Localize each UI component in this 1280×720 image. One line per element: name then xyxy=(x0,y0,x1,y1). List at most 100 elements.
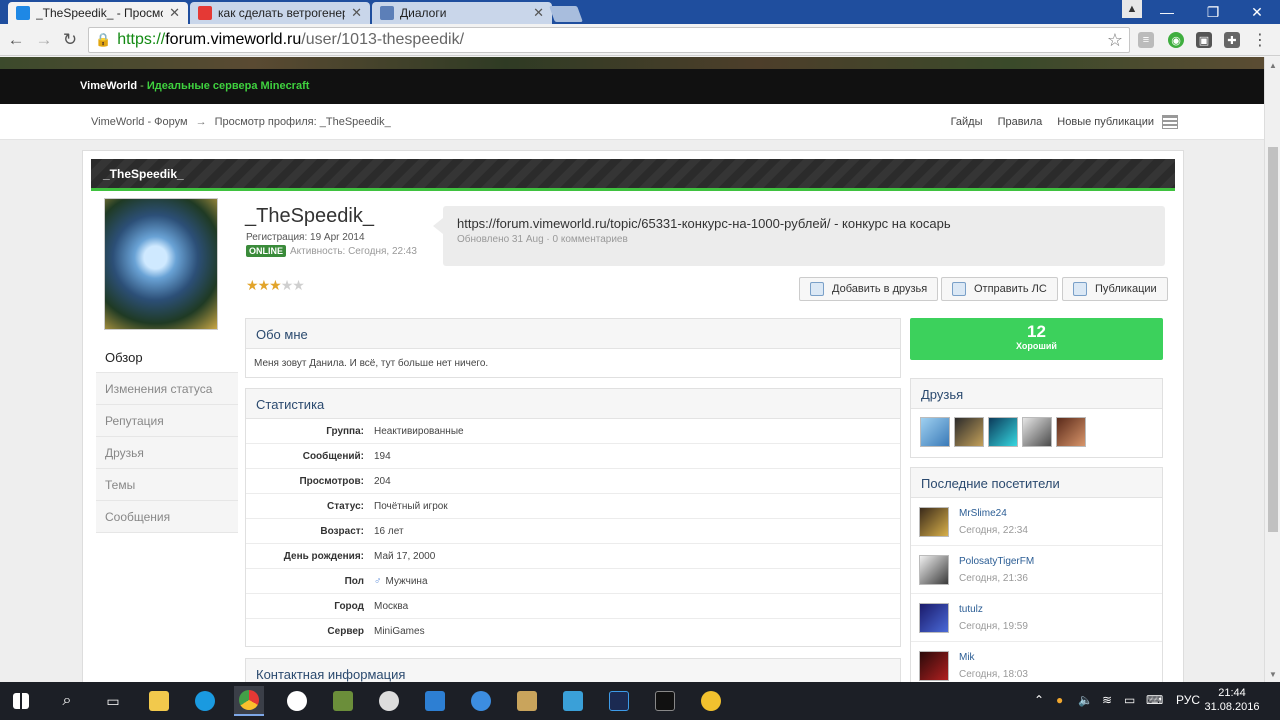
posts-button[interactable]: Публикации xyxy=(1062,277,1168,301)
scroll-down-icon[interactable]: ▼ xyxy=(1265,666,1280,682)
friend-avatar[interactable] xyxy=(1022,417,1052,447)
address-bar[interactable]: 🔒 https:// forum.vimeworld.ru /user/1013… xyxy=(88,27,1130,53)
contact-panel: Контактная информация xyxy=(245,658,901,682)
app-blue-icon[interactable] xyxy=(466,686,496,716)
avatar[interactable] xyxy=(104,198,218,330)
taskbar-clock[interactable]: 21:44 31.08.2016 xyxy=(1204,686,1260,714)
reload-button[interactable]: ↻ xyxy=(60,30,80,50)
task-view-icon[interactable]: ▭ xyxy=(98,686,128,716)
vimeworld-launcher-icon[interactable] xyxy=(420,686,450,716)
site-brand[interactable]: VimeWorld - Идеальные сервера Minecraft xyxy=(80,80,309,92)
close-icon[interactable]: ✕ xyxy=(533,5,544,21)
forward-button[interactable]: → xyxy=(34,30,54,50)
friend-avatar[interactable] xyxy=(954,417,984,447)
send-pm-button[interactable]: Отправить ЛС xyxy=(941,277,1058,301)
stat-value: Май 17, 2000 xyxy=(374,550,436,562)
notifications-icon[interactable]: ▭ xyxy=(1124,693,1135,707)
back-button[interactable]: ← xyxy=(6,30,26,50)
reader-icon[interactable]: ≡ xyxy=(1138,32,1154,48)
tray-app-icon[interactable]: ● xyxy=(1056,693,1063,707)
minimize-button[interactable]: — xyxy=(1144,0,1190,24)
star-icon: ★ xyxy=(246,277,259,293)
network-app-icon[interactable] xyxy=(558,686,588,716)
breadcrumb-home[interactable]: VimeWorld - Форум xyxy=(91,116,188,128)
clock-time: 21:44 xyxy=(1218,687,1246,699)
send-pm-label: Отправить ЛС xyxy=(974,283,1047,295)
scroll-up-icon[interactable]: ▲ xyxy=(1265,57,1280,73)
menu-dots-icon[interactable]: ⋮ xyxy=(1252,32,1268,49)
game-icon[interactable] xyxy=(374,686,404,716)
chrome-icon[interactable] xyxy=(234,686,264,716)
tab-title: _TheSpeedik_ - Просмотр xyxy=(36,6,163,20)
scroll-thumb[interactable] xyxy=(1268,147,1278,532)
visitor-name[interactable]: tutulz xyxy=(959,604,1028,615)
extension-chat-icon[interactable]: ▣ xyxy=(1196,32,1212,48)
friend-avatar[interactable] xyxy=(1056,417,1086,447)
visitor-name[interactable]: PolosatyTigerFM xyxy=(959,556,1034,567)
volume-icon[interactable]: 🔈 xyxy=(1078,693,1093,707)
maximize-button[interactable]: ❐ xyxy=(1190,0,1236,24)
close-window-button[interactable]: ✕ xyxy=(1234,0,1280,24)
terminal-icon[interactable] xyxy=(650,686,680,716)
puzzle-icon[interactable]: ✚ xyxy=(1224,32,1240,48)
language-indicator[interactable]: РУС xyxy=(1176,693,1200,707)
close-icon[interactable]: ✕ xyxy=(351,5,362,21)
skype-icon[interactable] xyxy=(190,686,220,716)
link-new-posts[interactable]: Новые публикации xyxy=(1057,116,1154,128)
user-profile-icon[interactable]: ▲ xyxy=(1122,0,1142,18)
link-rules[interactable]: Правила xyxy=(998,116,1043,128)
side-item-topics[interactable]: Темы xyxy=(96,469,238,501)
visitor-item[interactable]: tutulz Сегодня, 19:59 xyxy=(911,594,1162,642)
trash-icon[interactable] xyxy=(512,686,542,716)
visitor-item[interactable]: PolosatyTigerFM Сегодня, 21:36 xyxy=(911,546,1162,594)
visitor-avatar[interactable] xyxy=(919,506,949,537)
page-viewport: VimeWorld - Идеальные сервера Minecraft … xyxy=(0,57,1264,682)
search-icon[interactable]: ⌕ xyxy=(52,686,82,716)
add-friend-button[interactable]: Добавить в друзья xyxy=(799,277,939,301)
visitor-avatar[interactable] xyxy=(919,651,949,681)
visitor-item[interactable]: Mik Сегодня, 18:03 xyxy=(911,642,1162,682)
bookmark-star-icon[interactable]: ☆ xyxy=(1107,30,1123,51)
status-meta: Обновлено 31 Aug · 0 комментариев xyxy=(457,234,628,245)
status-text[interactable]: https://forum.vimeworld.ru/topic/65331-к… xyxy=(457,216,951,231)
minecraft-icon[interactable] xyxy=(328,686,358,716)
stat-label: Статус: xyxy=(326,500,364,512)
file-explorer-icon[interactable] xyxy=(144,686,174,716)
vimeworld-icon xyxy=(16,6,30,20)
side-item-reputation[interactable]: Репутация xyxy=(96,405,238,437)
page-scrollbar[interactable]: ▲ ▼ xyxy=(1264,57,1280,682)
photoshop-icon[interactable] xyxy=(604,686,634,716)
stat-value: MiniGames xyxy=(374,626,425,637)
tray-chevron-icon[interactable]: ⌃ xyxy=(1034,693,1044,707)
visitor-time: Сегодня, 22:34 xyxy=(959,524,1028,536)
new-tab-button[interactable] xyxy=(549,6,583,22)
stats-panel: Статистика Группа: Неактивированные Сообщ… xyxy=(245,388,901,647)
visitor-item[interactable]: MrSlime24 Сегодня, 22:34 xyxy=(911,498,1162,546)
side-item-friends[interactable]: Друзья xyxy=(96,437,238,469)
extension-green-icon[interactable]: ◉ xyxy=(1168,32,1184,48)
tab-profile[interactable]: _TheSpeedik_ - Просмотр ✕ xyxy=(8,2,188,24)
friend-avatar[interactable] xyxy=(920,417,950,447)
friends-title: Друзья xyxy=(911,379,1162,409)
side-item-overview[interactable]: Обзор xyxy=(96,341,238,373)
windows-start-icon[interactable] xyxy=(6,686,36,716)
wifi-icon[interactable]: ≋ xyxy=(1102,693,1112,707)
side-item-messages[interactable]: Сообщения xyxy=(96,501,238,533)
add-friend-label: Добавить в друзья xyxy=(832,283,928,295)
reputation-box[interactable]: 12 Хороший xyxy=(910,318,1163,360)
link-guides[interactable]: Гайды xyxy=(951,116,983,128)
tab-dialogs[interactable]: Диалоги ✕ xyxy=(372,2,552,24)
visitor-avatar[interactable] xyxy=(919,554,949,585)
friend-avatar[interactable] xyxy=(988,417,1018,447)
visitor-name[interactable]: MrSlime24 xyxy=(959,508,1028,519)
yandex-browser-icon[interactable] xyxy=(282,686,312,716)
radiation-app-icon[interactable] xyxy=(696,686,726,716)
visitor-name[interactable]: Mik xyxy=(959,652,1028,663)
tab-youtube[interactable]: как сделать ветрогенерато ✕ xyxy=(190,2,370,24)
keyboard-icon[interactable]: ⌨ xyxy=(1146,693,1163,707)
side-item-status-changes[interactable]: Изменения статуса xyxy=(96,373,238,405)
visitor-time: Сегодня, 18:03 xyxy=(959,669,1028,680)
hamburger-menu-icon[interactable] xyxy=(1162,115,1178,129)
close-icon[interactable]: ✕ xyxy=(169,5,180,21)
visitor-avatar[interactable] xyxy=(919,602,949,633)
